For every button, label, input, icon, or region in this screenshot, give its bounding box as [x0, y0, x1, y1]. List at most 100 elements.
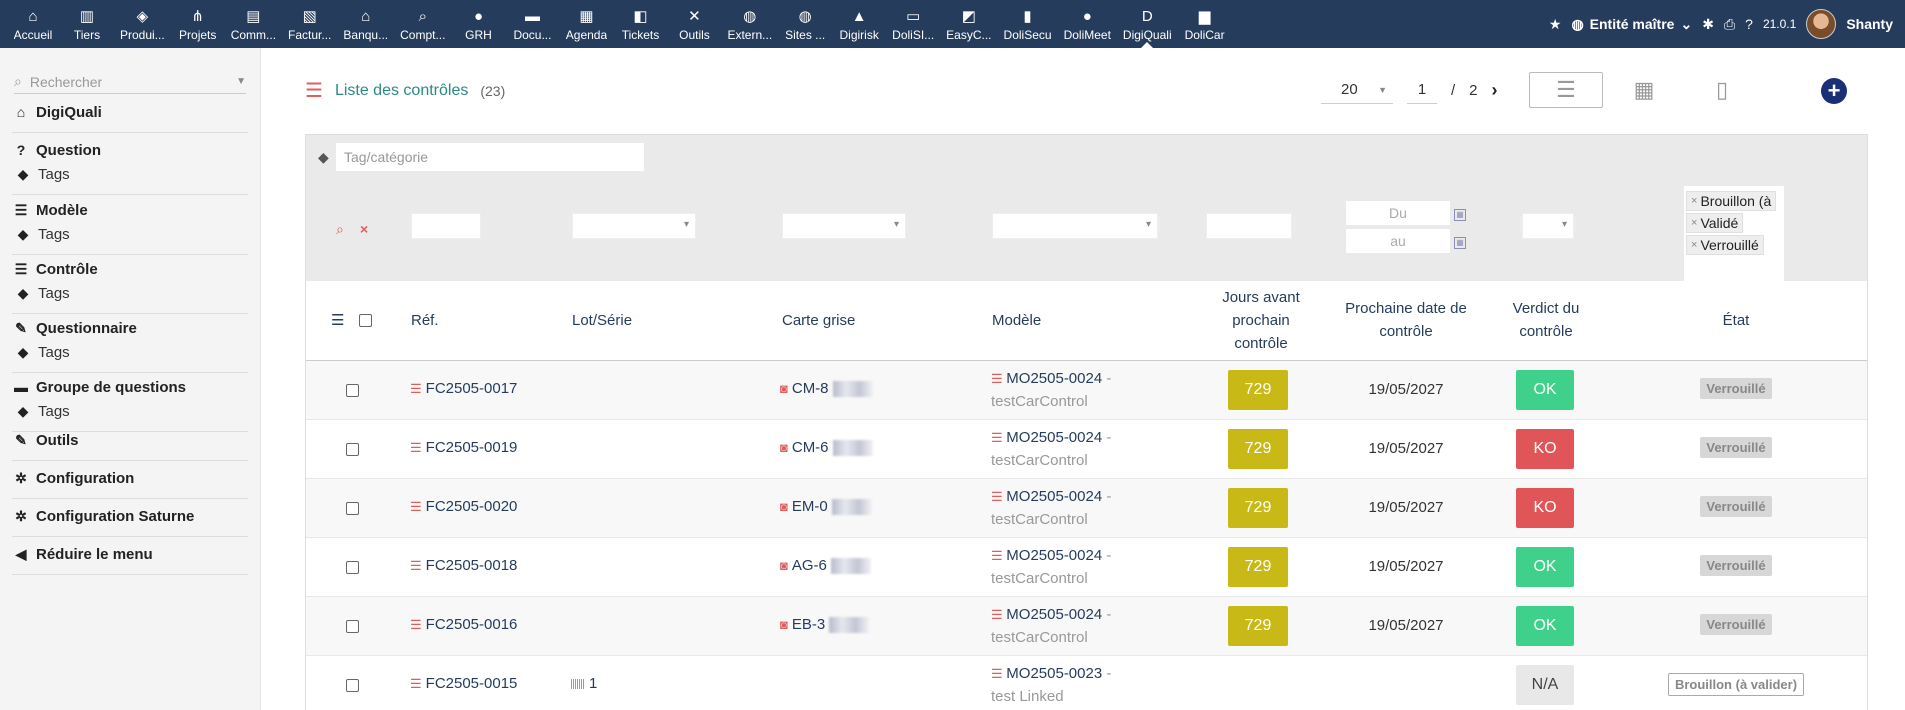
lot-filter-select[interactable] — [572, 213, 696, 239]
clear-filter-icon[interactable]: × — [360, 221, 368, 237]
menu-search[interactable]: ⌕ Rechercher ▼ — [14, 70, 246, 94]
search-icon[interactable]: ⌕ — [336, 221, 344, 238]
topmenu-item-9[interactable]: ▬ Docu... — [505, 0, 559, 48]
list-select-icon[interactable]: ☰ — [331, 311, 344, 329]
left-menu-item[interactable]: ◀ Réduire le menu — [12, 542, 248, 566]
control-ref-link[interactable]: ☰ FC2505-0016 — [410, 616, 517, 633]
topmenu-item-12[interactable]: ✕ Outils — [667, 0, 721, 48]
topmenu-item-0[interactable]: ⌂ Accueil — [6, 0, 60, 48]
col-days[interactable]: Jours avant prochain contrôle — [1206, 286, 1316, 355]
topmenu-item-3[interactable]: ⋔ Projets — [171, 0, 225, 48]
select-all-checkbox[interactable] — [359, 314, 372, 327]
row-checkbox[interactable] — [346, 561, 359, 574]
col-model[interactable]: Modèle — [992, 309, 1041, 332]
left-menu-subitem[interactable]: ◆ Tags — [12, 222, 248, 246]
car-link[interactable]: ◙ CM-6 — [780, 439, 873, 456]
control-ref-link[interactable]: ☰ FC2505-0015 — [410, 675, 517, 692]
topmenu-item-2[interactable]: ◈ Produi... — [114, 0, 171, 48]
left-menu-item[interactable]: ☰ Contrôle — [12, 257, 248, 281]
left-menu-item[interactable]: ✎ Questionnaire — [12, 316, 248, 340]
model-ref-link[interactable]: MO2505-0024 — [1006, 488, 1102, 505]
control-ref-link[interactable]: ☰ FC2505-0020 — [410, 498, 517, 515]
status-chip[interactable]: × Verrouillé — [1686, 235, 1764, 255]
date-to-input[interactable]: au — [1346, 229, 1450, 253]
ref-filter-input[interactable] — [411, 213, 481, 239]
entity-switcher[interactable]: ◍ Entité maître ⌄ — [1571, 16, 1692, 33]
model-ref-link[interactable]: MO2505-0024 — [1006, 429, 1102, 446]
row-checkbox[interactable] — [346, 502, 359, 515]
remove-chip-icon[interactable]: × — [1691, 195, 1697, 207]
left-menu-subitem[interactable]: ◆ Tags — [12, 399, 248, 423]
calendar-icon[interactable]: ▦ — [1454, 209, 1466, 221]
left-menu-item[interactable]: ▬ Groupe de questions — [12, 375, 248, 399]
days-filter-input[interactable] — [1206, 213, 1292, 239]
left-menu-item[interactable]: ☰ Modèle — [12, 198, 248, 222]
control-ref-link[interactable]: ☰ FC2505-0019 — [410, 439, 517, 456]
left-menu-subitem[interactable]: ◆ Tags — [12, 340, 248, 364]
add-control-button[interactable]: + — [1821, 78, 1847, 104]
left-menu-item[interactable]: ✲ Configuration Saturne — [12, 504, 248, 528]
topmenu-item-15[interactable]: ▲ Digirisk — [832, 0, 886, 48]
status-chip[interactable]: × Validé — [1686, 213, 1744, 233]
page-number-input[interactable]: 1 — [1407, 76, 1437, 104]
remove-chip-icon[interactable]: × — [1691, 217, 1697, 229]
model-ref-link[interactable]: MO2505-0024 — [1006, 547, 1102, 564]
avatar[interactable] — [1806, 9, 1837, 39]
tag-filter-input[interactable]: Tag/catégorie — [336, 143, 644, 171]
status-filter[interactable]: × Brouillon (à × Validé × Verrouillé — [1684, 186, 1784, 284]
bug-icon[interactable]: ✱ — [1702, 16, 1714, 33]
topmenu-item-1[interactable]: ▥ Tiers — [60, 0, 114, 48]
topmenu-item-17[interactable]: ◩ EasyC... — [940, 0, 997, 48]
car-link[interactable]: ◙ EM-0 — [780, 498, 872, 515]
car-filter-select[interactable] — [782, 213, 906, 239]
topmenu-item-7[interactable]: ⌕ Compt... — [394, 0, 451, 48]
left-menu-subitem[interactable]: ◆ Tags — [12, 162, 248, 186]
bookmark-star-icon[interactable]: ★ — [1549, 16, 1562, 33]
topmenu-item-18[interactable]: ▮ DoliSecu — [998, 0, 1058, 48]
user-name[interactable]: Shanty — [1846, 16, 1893, 32]
car-link[interactable]: ◙ CM-8 — [780, 380, 873, 397]
control-ref-link[interactable]: ☰ FC2505-0017 — [410, 380, 517, 397]
left-menu-subitem[interactable]: ◆ Tags — [12, 281, 248, 305]
next-page-icon[interactable]: › — [1492, 80, 1498, 101]
model-ref-link[interactable]: MO2505-0024 — [1006, 606, 1102, 623]
verdict-filter-select[interactable] — [1522, 213, 1574, 239]
lot-link[interactable]: 1 — [571, 675, 597, 692]
car-link[interactable]: ◙ EB-3 — [780, 616, 870, 633]
topmenu-item-8[interactable]: ● GRH — [451, 0, 505, 48]
left-menu-item[interactable]: ✎ Outils — [12, 428, 248, 452]
date-from-input[interactable]: Du — [1346, 201, 1450, 225]
per-page-select[interactable]: 20 ▼ — [1321, 76, 1393, 104]
topmenu-item-20[interactable]: D DigiQuali — [1117, 0, 1178, 48]
topmenu-item-6[interactable]: ⌂ Banqu... — [337, 0, 394, 48]
col-lot[interactable]: Lot/Série — [572, 309, 632, 332]
left-menu-item[interactable]: ✲ Configuration — [12, 466, 248, 490]
control-ref-link[interactable]: ☰ FC2505-0018 — [410, 557, 517, 574]
topmenu-item-21[interactable]: ▆ DoliCar — [1178, 0, 1232, 48]
left-menu-item[interactable]: ? Question — [12, 138, 248, 162]
model-ref-link[interactable]: MO2505-0024 — [1006, 370, 1102, 387]
topmenu-item-10[interactable]: ▦ Agenda — [559, 0, 613, 48]
col-next-date[interactable]: Prochaine date de contrôle — [1331, 297, 1481, 343]
calendar-icon[interactable]: ▦ — [1454, 237, 1466, 249]
kanban-view-button[interactable]: ▦ — [1607, 72, 1681, 108]
col-car[interactable]: Carte grise — [782, 309, 855, 332]
list-view-button[interactable]: ☰ — [1529, 72, 1603, 108]
left-menu-item[interactable]: ⌂ DigiQuali — [12, 100, 248, 124]
topmenu-item-13[interactable]: ◍ Extern... — [721, 0, 778, 48]
topmenu-item-19[interactable]: ● DoliMeet — [1058, 0, 1117, 48]
topmenu-item-16[interactable]: ▭ DoliSI... — [886, 0, 940, 48]
mobile-view-button[interactable]: ▯ — [1685, 72, 1759, 108]
topmenu-item-4[interactable]: ▤ Comm... — [225, 0, 282, 48]
remove-chip-icon[interactable]: × — [1691, 239, 1697, 251]
search-input[interactable]: Rechercher — [30, 74, 236, 90]
help-icon[interactable]: ? — [1745, 16, 1753, 32]
status-chip[interactable]: × Brouillon (à — [1686, 191, 1777, 211]
col-state[interactable]: État — [1686, 309, 1786, 332]
col-ref[interactable]: Réf. — [411, 309, 439, 332]
car-link[interactable]: ◙ AG-6 — [780, 557, 871, 574]
topmenu-item-5[interactable]: ▧ Factur... — [282, 0, 337, 48]
model-filter-select[interactable] — [992, 213, 1158, 239]
topmenu-item-14[interactable]: ◍ Sites ... — [778, 0, 832, 48]
topmenu-item-11[interactable]: ◧ Tickets — [613, 0, 667, 48]
